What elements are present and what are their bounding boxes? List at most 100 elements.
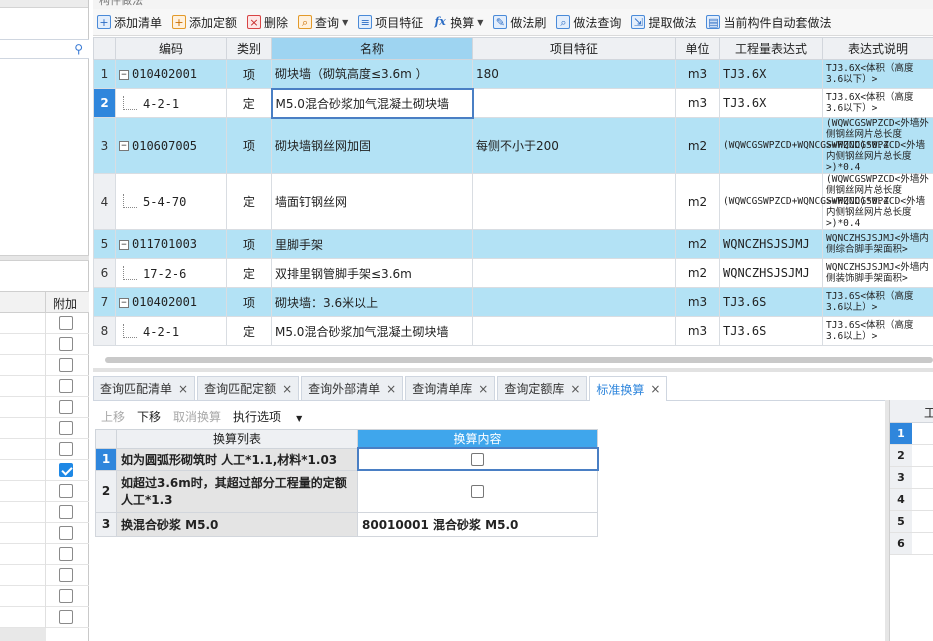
toolbar-feature-button[interactable]: ≡ 项目特征 [358, 14, 423, 31]
left-list-row[interactable] [0, 502, 89, 523]
toolbar-auto-apply-button[interactable]: ▤ 当前构件自动套做法 [706, 14, 831, 31]
close-icon[interactable]: × [570, 382, 580, 396]
attach-checkbox[interactable] [59, 316, 73, 330]
chevron-down-icon[interactable]: ▼ [342, 18, 348, 27]
grid-row[interactable]: 1−010402001 项砌块墙（砌筑高度≤3.6m ） 180 m3 TJ3.6X TJ… [93, 59, 933, 89]
grid-cell-code[interactable]: −010402001 [115, 287, 227, 317]
toolbar-query-button[interactable]: ⌕ 查询 ▼ [298, 14, 348, 31]
grid-cell-feature[interactable] [472, 229, 676, 259]
close-icon[interactable]: × [282, 382, 292, 396]
tab-1[interactable]: 查询匹配清单 × [93, 376, 196, 400]
grid-cell-expr[interactable]: WQNCZHSJSJMJ [719, 229, 823, 259]
grid-header-desc[interactable]: 表达式说明 [822, 37, 933, 60]
left-list-row[interactable] [0, 565, 89, 586]
right-list-row[interactable]: 3 [890, 467, 933, 489]
toolbar-add-list-button[interactable]: + 添加清单 [97, 14, 162, 31]
grid-row-index[interactable]: 4 [93, 173, 116, 230]
grid-row[interactable]: 4 5-4-70 定墙面钉钢丝网 m2 (WQWCGSWPZCD+WQNCGSWPZCD… [93, 173, 933, 230]
grid-cell-unit[interactable]: m2 [675, 117, 720, 174]
grid-cell-unit[interactable]: m2 [675, 229, 720, 259]
tab-5[interactable]: 查询定额库 × [497, 376, 588, 400]
attach-checkbox[interactable] [59, 421, 73, 435]
left-list-row[interactable] [0, 586, 89, 607]
left-list-row[interactable] [0, 460, 89, 481]
toolbar-brush-button[interactable]: ✎ 做法刷 [493, 14, 546, 31]
conversion-row[interactable]: 1 如为圆弧形砌筑时 人工*1.1,材料*1.03 [95, 447, 599, 471]
left-search-input[interactable]: ⚲ [0, 39, 89, 59]
attach-checkbox[interactable] [59, 358, 73, 372]
grid-cell-desc[interactable]: WQNCZHSJSJMJ<外墙内侧综合脚手架面积> [822, 229, 933, 259]
exec-options-button[interactable]: 执行选项 ▼ [233, 408, 314, 425]
grid-cell-code[interactable]: −011701003 [115, 229, 227, 259]
tab-6[interactable]: 标准换算 × [589, 376, 668, 401]
attach-checkbox[interactable] [59, 463, 73, 477]
close-icon[interactable]: × [650, 382, 660, 396]
grid-cell-feature[interactable]: 每侧不小于200 [472, 117, 676, 174]
tab-4[interactable]: 查询清单库 × [405, 376, 496, 400]
grid-cell-name[interactable]: 砌块墙（砌筑高度≤3.6m ） [271, 59, 473, 89]
collapse-icon[interactable]: − [119, 141, 129, 151]
left-list-row[interactable] [0, 313, 89, 334]
grid-cell-unit[interactable]: m2 [675, 173, 720, 230]
grid-cell-feature[interactable] [472, 173, 676, 230]
panel-splitter[interactable] [93, 368, 933, 372]
collapse-icon[interactable]: − [119, 69, 129, 80]
right-list-row[interactable]: 5 [890, 511, 933, 533]
grid-cell-unit[interactable]: m2 [675, 258, 720, 288]
grid-header-feature[interactable]: 项目特征 [472, 37, 676, 60]
grid-cell-feature[interactable] [472, 88, 676, 118]
grid-row-index[interactable]: 7 [93, 287, 116, 317]
chevron-down-icon[interactable]: ▼ [477, 18, 483, 27]
grid-cell-expr[interactable]: TJ3.6S [719, 316, 823, 346]
left-list-row[interactable] [0, 523, 89, 544]
grid-row-index[interactable]: 3 [93, 117, 116, 174]
grid-header-name[interactable]: 名称 [271, 37, 473, 60]
grid-header-type[interactable]: 类别 [226, 37, 272, 60]
attach-checkbox[interactable] [59, 589, 73, 603]
move-down-button[interactable]: 下移 [137, 408, 161, 425]
grid-cell-desc[interactable]: TJ3.6S<体积（高度3.6以上）> [822, 316, 933, 346]
close-icon[interactable]: × [178, 382, 188, 396]
toolbar-formula-button[interactable]: fx 换算 ▼ [433, 14, 484, 31]
grid-cell-unit[interactable]: m3 [675, 287, 720, 317]
attach-checkbox[interactable] [59, 547, 73, 561]
left-list-row[interactable] [0, 334, 89, 355]
left-list-row[interactable] [0, 376, 89, 397]
collapse-icon[interactable]: − [119, 239, 129, 250]
grid-cell-type[interactable]: 定 [226, 88, 272, 118]
grid-cell-code[interactable]: 4-2-1 [115, 316, 227, 346]
grid-row-index[interactable]: 5 [93, 229, 116, 259]
grid-cell-desc[interactable]: TJ3.6S<体积（高度3.6以上）> [822, 287, 933, 317]
cancel-conversion-button[interactable]: 取消换算 [173, 408, 221, 425]
attach-checkbox[interactable] [59, 484, 73, 498]
grid-cell-name[interactable]: M5.0混合砂浆加气混凝土砌块墙 [270, 87, 474, 119]
grid-cell-type[interactable]: 项 [226, 59, 272, 89]
attach-checkbox[interactable] [59, 400, 73, 414]
conversion-row[interactable]: 2 如超过3.6m时，其超过部分工程量的定额人工*1.3 [95, 469, 598, 513]
grid-row-index[interactable]: 2 [93, 88, 116, 118]
collapse-icon[interactable]: − [119, 297, 129, 308]
grid-cell-code[interactable]: 17-2-6 [115, 258, 227, 288]
left-list-row[interactable] [0, 439, 89, 460]
grid-cell-desc[interactable]: (WQWCGSWPZCD<外墙外侧钢丝网片总长度>+WQNCGSWPZCD<外墙… [822, 117, 933, 174]
conversion-content-cell[interactable] [356, 447, 599, 471]
grid-cell-unit[interactable]: m3 [675, 88, 720, 118]
toolbar-delete-button[interactable]: × 删除 [247, 14, 288, 31]
grid-cell-desc[interactable]: TJ3.6X<体积（高度3.6以下）> [822, 59, 933, 89]
grid-cell-type[interactable]: 项 [226, 229, 272, 259]
grid-cell-expr[interactable]: TJ3.6X [719, 88, 823, 118]
left-list-row[interactable] [0, 355, 89, 376]
grid-cell-expr[interactable]: TJ3.6X [719, 59, 823, 89]
left-splitter[interactable] [0, 255, 89, 261]
grid-row[interactable]: 8 4-2-1 定 M5.0混合砂浆加气混凝土砌块墙 m3 TJ3.6S TJ3.6S<体积… [93, 316, 933, 346]
toolbar-method-query-button[interactable]: ⌕ 做法查询 [556, 14, 621, 31]
grid-cell-expr[interactable]: WQNCZHSJSJMJ [719, 258, 823, 288]
conversion-checkbox[interactable] [471, 453, 484, 466]
attach-checkbox[interactable] [59, 610, 73, 624]
conversion-row[interactable]: 3 换混合砂浆 M5.0 80010001 混合砂浆 M5.0 [95, 511, 598, 537]
grid-cell-desc[interactable]: WQNCZHSJSJMJ<外墙内侧装饰脚手架面积> [822, 258, 933, 288]
grid-header-expr[interactable]: 工程量表达式 [719, 37, 823, 60]
grid-cell-code[interactable]: −010402001 [115, 59, 227, 89]
grid-cell-name[interactable]: 墙面钉钢丝网 [271, 173, 473, 230]
right-list-row[interactable]: 2 [890, 445, 933, 467]
